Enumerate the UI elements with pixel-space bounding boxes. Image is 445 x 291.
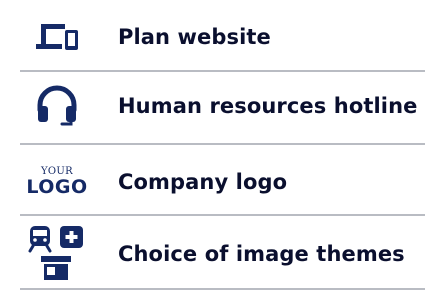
headset-icon bbox=[20, 71, 94, 141]
divider bbox=[20, 143, 425, 145]
your-logo-icon: YOUR LOGO bbox=[20, 147, 94, 217]
list-item[interactable]: Human resources hotline bbox=[20, 71, 425, 141]
item-label: Human resources hotline bbox=[118, 94, 418, 118]
list-item[interactable]: YOUR LOGO Company logo bbox=[20, 147, 425, 217]
item-label: Company logo bbox=[118, 170, 288, 194]
train-icon bbox=[28, 226, 52, 253]
logo-bottom-text: LOGO bbox=[26, 176, 88, 198]
divider bbox=[20, 214, 425, 216]
feature-list: Plan website Human resources hotline YOU… bbox=[0, 0, 445, 291]
theme-icons-cluster bbox=[20, 219, 94, 289]
item-label: Choice of image themes bbox=[118, 242, 405, 266]
store-icon bbox=[41, 256, 71, 280]
item-label: Plan website bbox=[118, 25, 271, 49]
medical-cross-icon bbox=[60, 226, 83, 248]
list-item[interactable]: Choice of image themes bbox=[20, 219, 425, 289]
list-item[interactable]: Plan website bbox=[20, 2, 425, 72]
divider bbox=[20, 288, 425, 290]
devices-icon bbox=[20, 2, 94, 72]
